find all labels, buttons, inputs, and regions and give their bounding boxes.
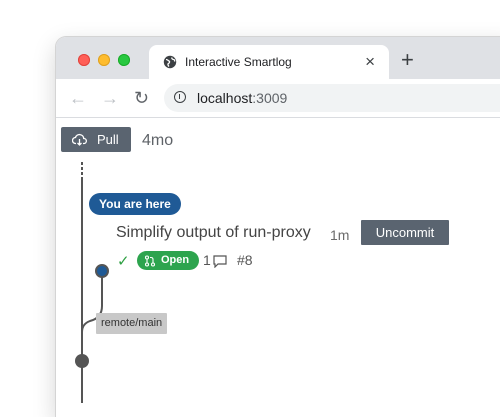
address-bar[interactable]: localhost:3009 bbox=[164, 84, 500, 112]
pr-status-badge[interactable]: Open bbox=[137, 251, 199, 270]
pr-number-link[interactable]: #8 bbox=[237, 252, 253, 268]
comment-icon[interactable] bbox=[213, 255, 227, 268]
minimize-window-button[interactable] bbox=[98, 54, 110, 66]
url-host: localhost bbox=[197, 90, 253, 106]
browser-toolbar: ← → ↻ localhost:3009 bbox=[56, 79, 500, 118]
site-info-icon[interactable] bbox=[174, 91, 186, 103]
reload-icon[interactable]: ↻ bbox=[134, 89, 149, 107]
tab-interactive-smartlog[interactable]: Interactive Smartlog × bbox=[149, 45, 389, 79]
commit-title[interactable]: Simplify output of run-proxy bbox=[116, 224, 311, 242]
pull-request-icon bbox=[144, 255, 156, 267]
url-text[interactable]: localhost:3009 bbox=[197, 90, 287, 106]
smartlog-view: Pull 4mo You are here Simplify output of… bbox=[56, 118, 500, 417]
forward-arrow-icon[interactable]: → bbox=[101, 89, 119, 107]
new-tab-button[interactable]: + bbox=[401, 49, 414, 71]
browser-window: Interactive Smartlog × + ← → ↻ localhost… bbox=[56, 37, 500, 417]
maximize-window-button[interactable] bbox=[118, 54, 130, 66]
head-commit-node[interactable] bbox=[95, 264, 109, 278]
url-port: :3009 bbox=[252, 90, 288, 106]
close-tab-icon[interactable]: × bbox=[365, 52, 375, 72]
checks-passed-icon: ✓ bbox=[117, 253, 130, 270]
commit-age: 1m bbox=[330, 227, 350, 243]
remote-bookmark-label: remote/main bbox=[96, 313, 168, 334]
tab-bar: Interactive Smartlog × + bbox=[56, 37, 500, 79]
you-are-here-badge: You are here bbox=[89, 193, 181, 215]
remote-main-node[interactable] bbox=[75, 354, 89, 368]
uncommit-button[interactable]: Uncommit bbox=[361, 220, 449, 245]
globe-icon bbox=[163, 55, 177, 69]
pr-status-label: Open bbox=[161, 254, 190, 266]
comment-count[interactable]: 1 bbox=[203, 252, 211, 268]
close-window-button[interactable] bbox=[78, 54, 90, 66]
tab-title: Interactive Smartlog bbox=[185, 55, 292, 69]
back-arrow-icon[interactable]: ← bbox=[69, 89, 87, 107]
